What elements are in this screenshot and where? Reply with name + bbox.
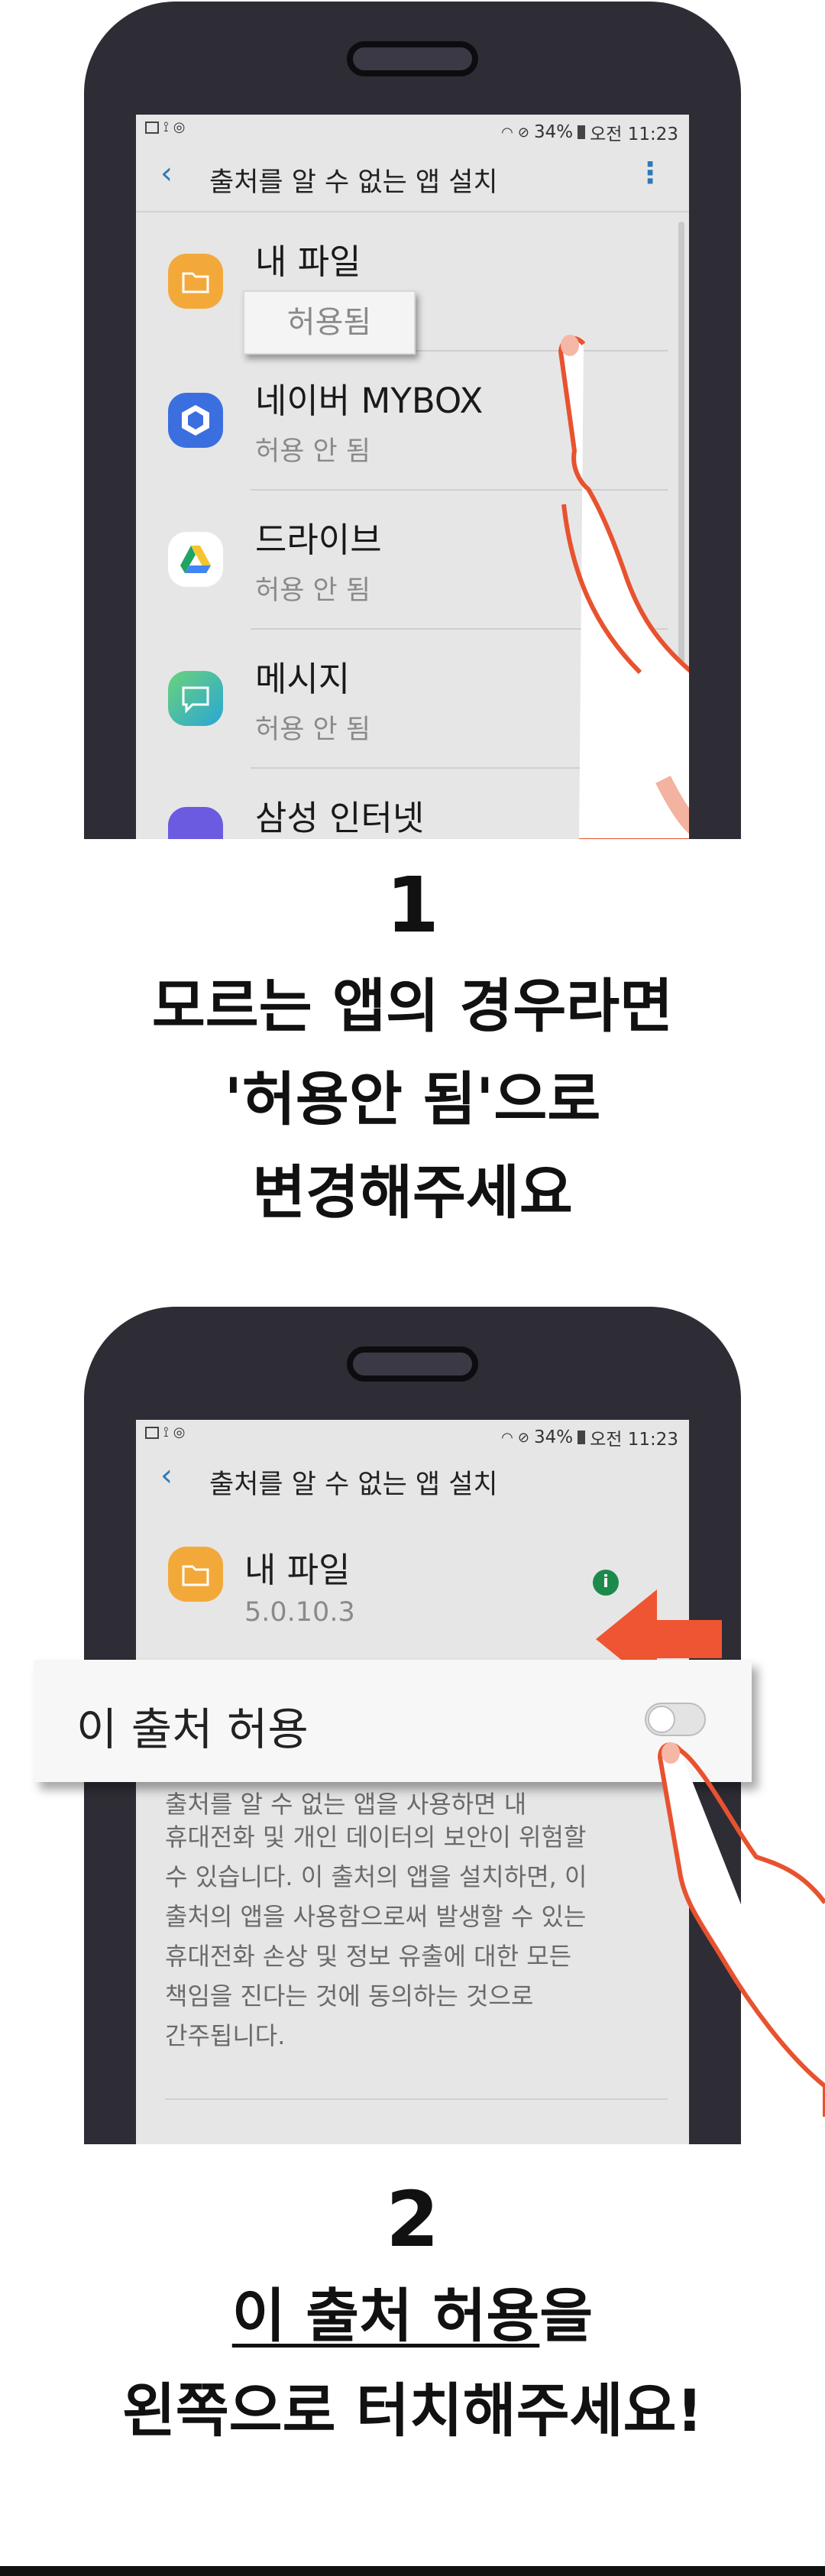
warning-line: 휴대전화 및 개인 데이터의 보안이 위험할 (165, 1823, 587, 1852)
step1-caption-line2: '허용안 됨'으로 (224, 1065, 601, 1133)
allow-toggle[interactable] (645, 1703, 706, 1736)
app-status: 허용 안 됨 (255, 436, 371, 467)
mute-icon: ⊘ (517, 124, 529, 141)
wifi-icon: ◠ (501, 1429, 513, 1446)
toggle-label: 이 출처 허용 (76, 1703, 309, 1755)
app-status: 허용 안 됨 (255, 714, 371, 745)
back-icon[interactable]: ‹ (160, 156, 173, 191)
caption-particle: 을 (539, 2282, 594, 2350)
phone-screen-step2: ⟟ ◎ ◠ ⊘ 34% 오전 11:23 ‹ 출처를 알 수 없는 앱 설치 내… (136, 1420, 689, 2144)
warning-line: 책임을 진다는 것에 동의하는 것으로 (165, 1981, 534, 2011)
image-icon (145, 121, 159, 134)
warning-line: 출처의 앱을 사용함으로써 발생할 수 있는 (165, 1902, 587, 1931)
step2-caption-line1: 이 출처 허용을 (0, 2274, 825, 2358)
hand-pointer-icon (558, 335, 689, 839)
compass-icon: ◎ (173, 119, 186, 135)
status-bar: ⟟ ◎ ◠ ⊘ 34% 오전 11:23 (136, 115, 689, 145)
warning-line: 간주됩니다. (165, 2021, 286, 2050)
drive-icon (168, 532, 223, 587)
step-number: 1 (386, 860, 439, 950)
highlighted-setting-name: 이 출처 허용 (231, 2282, 540, 2350)
warning-text: 휴대전화 및 개인 데이터의 보안이 위험할 수 있습니다. 이 출처의 앱을 … (165, 1817, 587, 2056)
phone-screen-step1: ⟟ ◎ ◠ ⊘ 34% 오전 11:23 ‹ 출처를 알 수 없는 앱 설치 ⋮… (136, 115, 689, 839)
bottom-border (0, 2566, 825, 2576)
app-name: 드라이브 (255, 520, 382, 560)
wifi-icon: ◠ (501, 124, 513, 141)
mute-icon: ⊘ (517, 1429, 529, 1446)
app-name: 네이버 MYBOX (255, 381, 484, 421)
back-icon[interactable]: ‹ (160, 1458, 173, 1493)
page-title: 출처를 알 수 없는 앱 설치 (209, 1469, 498, 1500)
app-status: 허용 안 됨 (255, 575, 371, 606)
app-version: 5.0.10.3 (244, 1597, 355, 1628)
speaker-grille (347, 41, 478, 76)
page-title: 출처를 알 수 없는 앱 설치 (209, 167, 498, 198)
step1-caption-line3: 변경해주세요 (252, 1158, 573, 1226)
allowed-status-callout: 허용됨 (243, 290, 416, 355)
battery-icon (578, 1431, 586, 1444)
folder-icon (168, 254, 223, 309)
app-name: 내 파일 (255, 241, 361, 282)
app-name: 메시지 (255, 659, 351, 699)
section-divider (165, 2098, 668, 2100)
battery-level: 34% (533, 122, 574, 142)
app-name: 삼성 인터넷 (255, 798, 425, 838)
step1-caption-line1: 모르는 앱의 경우라면 (151, 972, 674, 1040)
cast-icon: ⟟ (163, 1424, 169, 1440)
app-bar: ‹ 출처를 알 수 없는 앱 설치 (136, 1447, 689, 1508)
allow-source-setting[interactable]: 이 출처 허용 (34, 1660, 752, 1782)
phone-frame-step1: ⟟ ◎ ◠ ⊘ 34% 오전 11:23 ‹ 출처를 알 수 없는 앱 설치 ⋮… (84, 2, 741, 839)
status-time: 오전 11:23 (590, 125, 678, 144)
step2-caption-line2: 왼쪽으로 터치해주세요! (121, 2377, 704, 2445)
message-icon (168, 671, 223, 726)
battery-level: 34% (533, 1427, 574, 1447)
image-icon (145, 1426, 159, 1439)
app-name: 내 파일 (244, 1550, 351, 1590)
toggle-knob (648, 1706, 675, 1733)
warning-line: 휴대전화 손상 및 정보 유출에 대한 모든 (165, 1942, 572, 1971)
cast-icon: ⟟ (163, 119, 169, 135)
warning-text-top: 출처를 알 수 없는 앱을 사용하면 내 (165, 1790, 527, 1819)
app-bar: ‹ 출처를 알 수 없는 앱 설치 ⋮ (136, 145, 689, 206)
warning-line: 수 있습니다. 이 출처의 앱을 설치하면, 이 (165, 1862, 587, 1891)
speaker-grille (347, 1346, 478, 1382)
more-options-icon[interactable]: ⋮ (636, 156, 665, 190)
compass-icon: ◎ (173, 1424, 186, 1440)
battery-icon (578, 125, 586, 139)
status-time: 오전 11:23 (590, 1430, 678, 1450)
internet-icon (168, 807, 223, 839)
status-bar: ⟟ ◎ ◠ ⊘ 34% 오전 11:23 (136, 1420, 689, 1450)
hand-pointer-icon (657, 1742, 825, 2117)
step-number: 2 (386, 2175, 439, 2264)
folder-icon (168, 1547, 223, 1602)
cube-icon (168, 393, 223, 448)
